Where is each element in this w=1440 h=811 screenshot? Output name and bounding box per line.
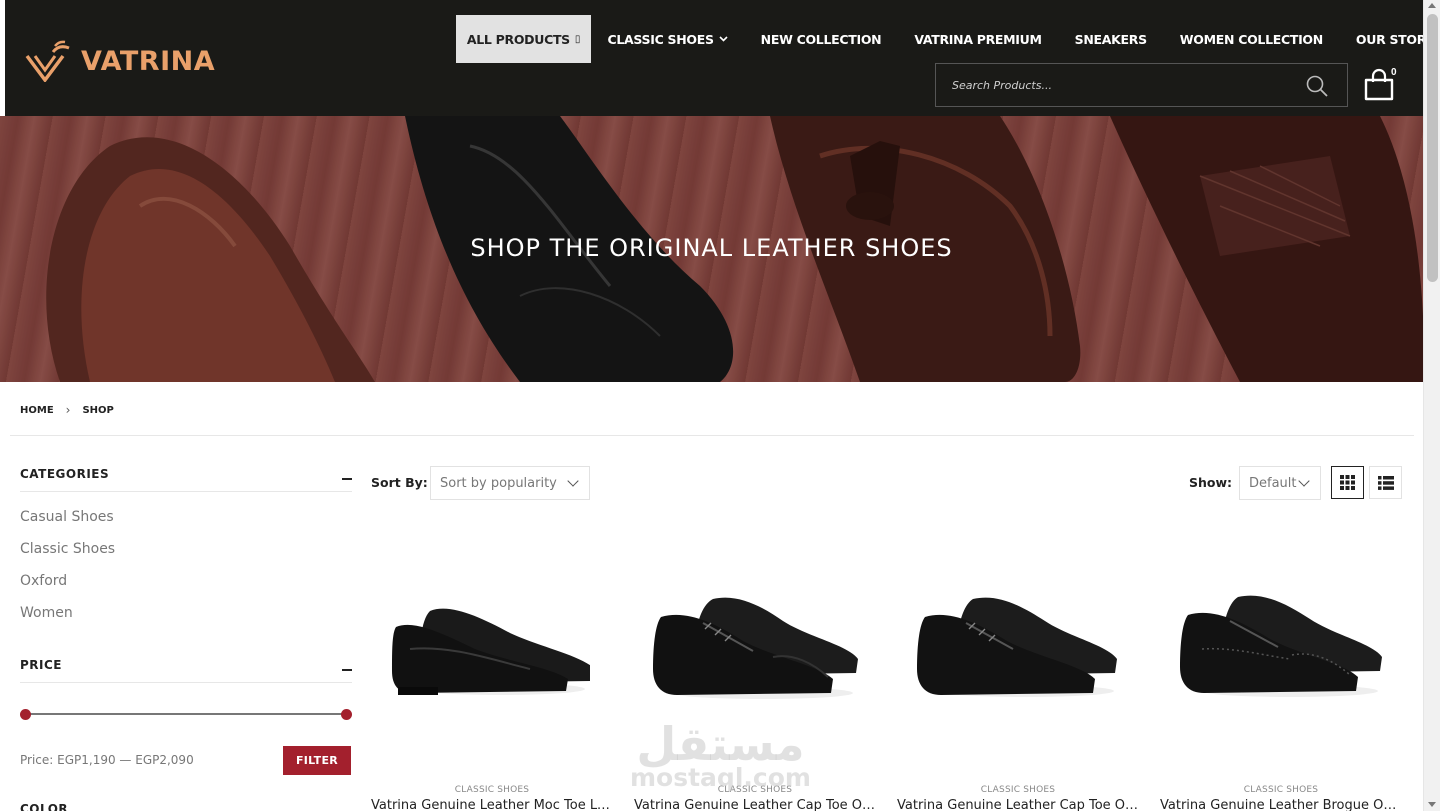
scrollbar-thumb[interactable] bbox=[1427, 14, 1438, 282]
cap-toe-oxford-image bbox=[653, 597, 858, 699]
logo[interactable]: VATRINA bbox=[25, 40, 215, 82]
plain-oxford-image bbox=[917, 597, 1117, 697]
sort-select-value: Sort by popularity bbox=[440, 475, 557, 491]
product-name[interactable]: Vatrina Genuine Leather Moc Toe Loafer bbox=[371, 798, 613, 811]
breadcrumb-current: SHOP bbox=[82, 404, 114, 416]
product-image[interactable] bbox=[371, 524, 609, 764]
product-card[interactable]: CLASSIC SHOES Vatrina Genuine Leather Mo… bbox=[371, 524, 613, 811]
divider bbox=[20, 491, 352, 492]
divider bbox=[10, 435, 1414, 436]
product-card[interactable]: CLASSIC SHOES Vatrina Genuine Leather Br… bbox=[1160, 524, 1402, 811]
show-select[interactable]: Default bbox=[1239, 466, 1321, 500]
main-nav: ALL PRODUCTS ▯ CLASSIC SHOES NEW COLLECT… bbox=[456, 15, 1440, 63]
category-casual-shoes[interactable]: Casual Shoes bbox=[20, 509, 114, 525]
product-category: CLASSIC SHOES bbox=[980, 785, 1056, 795]
price-range-label: Price: EGP1,190 — EGP2,090 bbox=[20, 753, 194, 767]
nav-vatrina-premium[interactable]: VATRINA PREMIUM bbox=[898, 15, 1058, 63]
chevron-down-icon bbox=[1298, 475, 1310, 487]
category-oxford[interactable]: Oxford bbox=[20, 573, 67, 589]
product-name[interactable]: Vatrina Genuine Leather Cap Toe Oxford P… bbox=[897, 798, 1139, 811]
chevron-right-icon: › bbox=[65, 403, 71, 417]
nav-women-collection[interactable]: WOMEN COLLECTION bbox=[1163, 15, 1339, 63]
cart-count-badge: 0 bbox=[1391, 67, 1397, 78]
categories-title: CATEGORIES bbox=[20, 467, 110, 481]
box-icon: ▯ bbox=[574, 33, 581, 45]
product-card[interactable]: CLASSIC SHOES Vatrina Genuine Leather Ca… bbox=[897, 524, 1139, 811]
grid-icon bbox=[1340, 475, 1355, 490]
hero-title: SHOP THE ORIGINAL LEATHER SHOES bbox=[470, 234, 953, 262]
brogue-oxford-image bbox=[1179, 595, 1382, 697]
price-slider-max-handle[interactable] bbox=[341, 709, 352, 720]
nav-label: CLASSIC SHOES bbox=[607, 31, 714, 47]
price-slider-track[interactable] bbox=[25, 713, 347, 715]
product-name[interactable]: Vatrina Genuine Leather Cap Toe Oxford bbox=[634, 798, 876, 811]
list-view-button[interactable] bbox=[1369, 466, 1402, 499]
logo-icon bbox=[25, 40, 70, 82]
logo-text: VATRINA bbox=[81, 45, 216, 77]
collapse-price-icon[interactable] bbox=[342, 669, 352, 671]
grid-view-button[interactable] bbox=[1331, 466, 1364, 499]
divider bbox=[20, 682, 352, 683]
search-bar bbox=[935, 63, 1348, 107]
hero-banner: SHOP THE ORIGINAL LEATHER SHOES bbox=[0, 116, 1423, 382]
site-header: VATRINA ALL PRODUCTS ▯ CLASSIC SHOES NEW… bbox=[5, 0, 1440, 116]
product-image[interactable] bbox=[897, 524, 1135, 764]
breadcrumb-home-link[interactable]: HOME bbox=[20, 405, 54, 416]
nav-label: ALL PRODUCTS bbox=[466, 31, 570, 47]
watermark-latin: mostaql.com bbox=[630, 763, 811, 792]
collapse-categories-icon[interactable] bbox=[342, 478, 352, 480]
scroll-up-arrow-icon[interactable] bbox=[1428, 3, 1436, 8]
product-category: CLASSIC SHOES bbox=[454, 785, 530, 795]
product-image[interactable] bbox=[1160, 524, 1398, 764]
sort-label: Sort By: bbox=[371, 475, 428, 490]
search-input[interactable] bbox=[936, 78, 1296, 92]
chevron-down-icon bbox=[567, 475, 579, 487]
watermark: مستقل mostaql.com bbox=[630, 717, 811, 792]
show-label: Show: bbox=[1189, 475, 1233, 490]
product-category: CLASSIC SHOES bbox=[1243, 785, 1319, 795]
price-title: PRICE bbox=[20, 658, 63, 672]
breadcrumb: HOME › SHOP bbox=[20, 403, 114, 417]
price-slider-min-handle[interactable] bbox=[20, 709, 31, 720]
search-icon[interactable] bbox=[1305, 74, 1329, 98]
nav-sneakers[interactable]: SNEAKERS bbox=[1058, 15, 1163, 63]
nav-new-collection[interactable]: NEW COLLECTION bbox=[744, 15, 898, 63]
chevron-down-icon bbox=[719, 34, 728, 45]
category-classic-shoes[interactable]: Classic Shoes bbox=[20, 541, 115, 557]
page-scrollbar[interactable] bbox=[1423, 0, 1440, 811]
color-title: COLOR bbox=[20, 802, 69, 811]
nav-all-products[interactable]: ALL PRODUCTS ▯ bbox=[456, 15, 591, 63]
sort-select[interactable]: Sort by popularity bbox=[430, 466, 590, 500]
watermark-arabic: مستقل bbox=[636, 717, 805, 771]
filter-button[interactable]: FILTER bbox=[283, 746, 351, 775]
list-icon bbox=[1377, 475, 1394, 490]
product-name[interactable]: Vatrina Genuine Leather Brogue Oxford bbox=[1160, 798, 1402, 811]
show-select-value: Default bbox=[1249, 475, 1297, 491]
nav-classic-shoes[interactable]: CLASSIC SHOES bbox=[591, 15, 744, 63]
loafer-image bbox=[392, 608, 590, 695]
scroll-down-arrow-icon[interactable] bbox=[1428, 802, 1436, 807]
category-women[interactable]: Women bbox=[20, 605, 73, 621]
